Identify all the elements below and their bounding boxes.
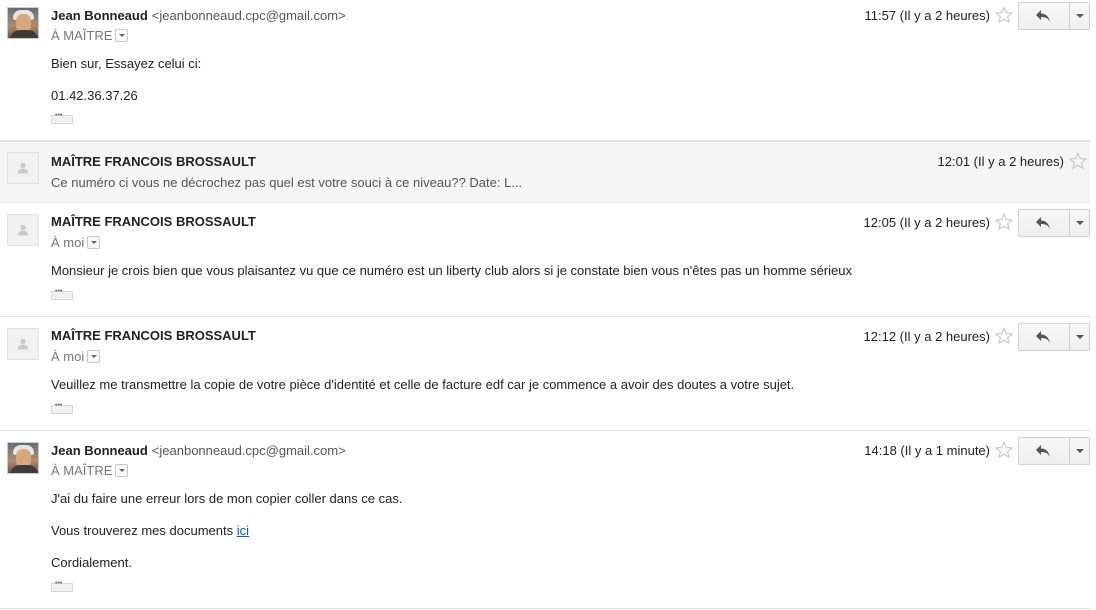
timestamp: 12:01 (Il y a 2 heures) [937,154,1064,169]
recipient[interactable]: À MAÎTRE [51,28,129,43]
recipient-label: À MAÎTRE [51,28,113,43]
sender-name: MAÎTRE FRANCOIS BROSSAULT [51,154,256,169]
sender-name: Jean Bonneaud [51,443,148,458]
message-body-text: Vous trouverez mes documents [51,523,237,538]
star-icon[interactable] [995,213,1013,231]
reply-button-group [1018,2,1090,30]
email-thread: Jean Bonneaud <jeanbonneaud.cpc@gmail.com… [0,0,1096,610]
person-icon [18,162,28,174]
documents-link[interactable]: ici [237,523,249,538]
reply-icon [1036,217,1050,229]
reply-button[interactable] [1019,438,1070,464]
message-body-line: Veuillez me transmettre la copie de votr… [51,377,795,392]
show-trimmed-content-button[interactable] [51,288,73,300]
avatar[interactable] [7,7,39,39]
message-snippet: Ce numéro ci vous ne décrochez pas quel … [51,175,523,190]
sender-name: Jean Bonneaud [51,8,148,23]
message-body-line: J'ai du faire une erreur lors de mon cop… [51,491,403,506]
show-trimmed-content-button[interactable] [51,402,73,414]
reply-icon [1036,331,1050,343]
reply-button-group [1018,323,1090,351]
reply-button[interactable] [1019,210,1070,236]
recipient-label: À moi [51,235,85,250]
details-dropdown-icon[interactable] [115,464,129,478]
person-icon [18,338,28,350]
star-icon[interactable] [995,441,1013,459]
message-body-line: Bien sur, Essayez celui ci: [51,56,202,71]
sender-email: <jeanbonneaud.cpc@gmail.com> [151,8,346,23]
message-expanded: MAÎTRE FRANCOIS BROSSAULT À moi 12:05 (I… [0,203,1090,317]
message-expanded: Jean Bonneaud <jeanbonneaud.cpc@gmail.com… [0,0,1090,141]
sender-name[interactable]: MAÎTRE FRANCOIS BROSSAULT [51,214,256,229]
recipient[interactable]: À moi [51,235,101,250]
sender[interactable]: Jean Bonneaud <jeanbonneaud.cpc@gmail.com… [51,443,346,458]
message-collapsed[interactable]: MAÎTRE FRANCOIS BROSSAULT Ce numéro ci v… [0,141,1090,203]
reply-button-group [1018,437,1090,465]
timestamp: 12:05 (Il y a 2 heures) [863,215,990,230]
recipient-label: À MAÎTRE [51,463,113,478]
show-trimmed-content-button[interactable] [51,580,73,592]
details-dropdown-icon[interactable] [115,29,129,43]
recipient-label: À moi [51,349,85,364]
more-options-button[interactable] [1070,210,1089,236]
star-icon[interactable] [995,6,1013,24]
more-options-button[interactable] [1070,3,1089,29]
message-body-line: Vous trouverez mes documents ici [51,523,249,538]
avatar[interactable] [7,328,39,360]
message-body-line: Monsieur je crois bien que vous plaisant… [51,263,852,278]
sender-name[interactable]: MAÎTRE FRANCOIS BROSSAULT [51,328,256,343]
sender[interactable]: Jean Bonneaud <jeanbonneaud.cpc@gmail.com… [51,8,346,23]
timestamp: 12:12 (Il y a 2 heures) [863,329,990,344]
star-icon[interactable] [1069,152,1087,170]
reply-button-group [1018,209,1090,237]
reply-button[interactable] [1019,324,1070,350]
details-dropdown-icon[interactable] [87,350,101,364]
message-body-line: Cordialement. [51,555,132,570]
more-options-button[interactable] [1070,438,1089,464]
reply-button[interactable] [1019,3,1070,29]
person-icon [18,224,28,236]
reply-icon [1036,10,1050,22]
details-dropdown-icon[interactable] [87,236,101,250]
reply-icon [1036,445,1050,457]
timestamp: 11:57 (Il y a 2 heures) [864,8,991,23]
avatar[interactable] [7,152,39,184]
avatar[interactable] [7,442,39,474]
show-trimmed-content-button[interactable] [51,112,73,124]
message-body-line: 01.42.36.37.26 [51,88,138,103]
recipient[interactable]: À MAÎTRE [51,463,129,478]
more-options-button[interactable] [1070,324,1089,350]
recipient[interactable]: À moi [51,349,101,364]
sender-email: <jeanbonneaud.cpc@gmail.com> [151,443,346,458]
message-expanded: MAÎTRE FRANCOIS BROSSAULT À moi 12:12 (I… [0,317,1090,431]
message-expanded: Jean Bonneaud <jeanbonneaud.cpc@gmail.com… [0,431,1090,609]
star-icon[interactable] [995,327,1013,345]
avatar[interactable] [7,214,39,246]
timestamp: 14:18 (Il y a 1 minute) [864,443,990,458]
